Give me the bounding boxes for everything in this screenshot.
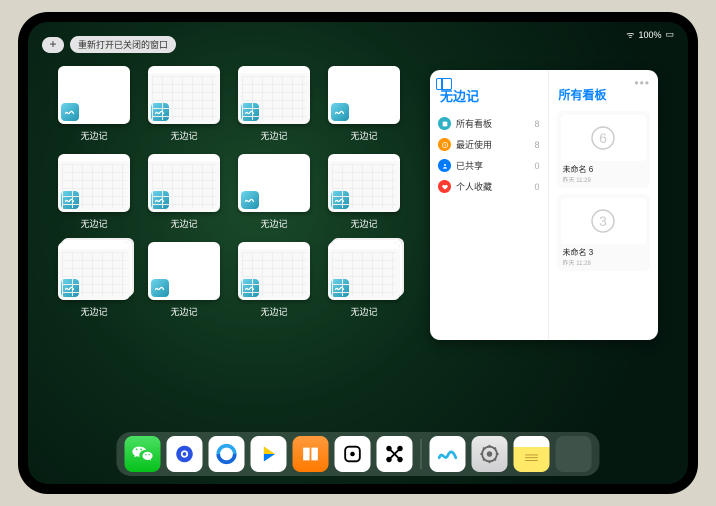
board-preview: 6 [561,115,646,161]
thumbnail-label: 无边记 [80,217,107,230]
battery-label: 100% [638,30,661,40]
board-date: 昨天 11:29 [561,175,646,184]
category-icon [438,159,451,172]
status-bar: ᯤ 100% ▭ [626,28,674,41]
category-icon [438,138,451,151]
stage-manager-canvas: 无边记无边记无边记无边记无边记无边记无边记无边记无边记无边记无边记无边记 •••… [58,66,658,430]
window-thumbnail[interactable]: 无边记 [328,242,400,328]
thumbnail-label: 无边记 [80,129,107,142]
thumbnail-label: 无边记 [350,217,377,230]
thumbnail-label: 无边记 [350,129,377,142]
dock-separator [421,439,422,469]
thumbnail-label: 无边记 [80,305,107,318]
freeform-app-icon [61,103,79,121]
board-title: 未命名 6 [561,164,646,175]
popup-sidebar: 无边记 所有看板 8 最近使用 8 已共享 0 个人收藏 0 [430,70,549,340]
dock-app-video[interactable] [251,436,287,472]
freeform-app-icon [331,191,349,209]
dock-app-mindmap[interactable] [377,436,413,472]
window-thumbnail[interactable]: 无边记 [58,154,130,240]
category-label: 最近使用 [456,138,492,151]
category-label: 所有看板 [456,117,492,130]
category-row[interactable]: 已共享 0 [438,155,540,176]
popup-left-title: 无边记 [440,86,540,105]
window-thumbnail[interactable]: 无边记 [148,242,220,328]
freeform-app-icon [151,191,169,209]
thumbnail-label: 无边记 [260,305,287,318]
thumbnail-label: 无边记 [170,129,197,142]
thumbnail-label: 无边记 [170,217,197,230]
category-count: 8 [535,119,540,129]
board-preview: 3 [561,198,646,244]
board-item[interactable]: 3 未命名 3昨天 11:28 [557,194,650,271]
sidebar-toggle-icon[interactable] [436,78,452,90]
dock-app-folder[interactable] [556,436,592,472]
screen: ᯤ 100% ▭ + 重新打开已关闭的窗口 无边记无边记无边记无边记无边记无边记… [28,22,688,484]
window-thumbnail[interactable]: 无边记 [328,66,400,152]
reopen-closed-window-button[interactable]: 重新打开已关闭的窗口 [70,36,176,53]
board-title: 未命名 3 [561,247,646,258]
window-thumbnail[interactable]: 无边记 [148,154,220,240]
battery-icon: ▭ [665,29,674,40]
dock-app-settings[interactable] [472,436,508,472]
dock-app-game[interactable] [335,436,371,472]
svg-text:6: 6 [599,130,607,146]
category-count: 0 [535,182,540,192]
category-count: 8 [535,140,540,150]
thumbnail-label: 无边记 [260,129,287,142]
dock-app-quark[interactable] [167,436,203,472]
category-row[interactable]: 个人收藏 0 [438,176,540,197]
new-window-button[interactable]: + [42,37,64,53]
window-thumbnails-grid: 无边记无边记无边记无边记无边记无边记无边记无边记无边记无边记无边记无边记 [58,66,400,430]
freeform-app-icon [241,103,259,121]
window-thumbnail[interactable]: 无边记 [238,66,310,152]
freeform-app-icon [151,103,169,121]
dock-app-qqbrowser[interactable] [209,436,245,472]
window-thumbnail[interactable]: 无边记 [58,66,130,152]
freeform-popup-window[interactable]: ••• 无边记 所有看板8最近使用8已共享0个人收藏0 所有看板 6未命名 6昨… [430,70,658,340]
freeform-app-icon [151,279,169,297]
wifi-icon: ᯤ [626,28,634,41]
freeform-app-icon [61,191,79,209]
freeform-app-icon [331,279,349,297]
category-icon [438,117,451,130]
freeform-app-icon [331,103,349,121]
category-label: 已共享 [456,159,483,172]
dock-app-notes[interactable] [514,436,550,472]
board-item[interactable]: 6 未命名 6昨天 11:29 [557,111,650,188]
dock-app-freeform[interactable] [430,436,466,472]
dock [117,432,600,476]
freeform-app-icon [61,279,79,297]
window-thumbnail[interactable]: 无边记 [238,242,310,328]
window-thumbnail[interactable]: 无边记 [148,66,220,152]
window-thumbnail[interactable]: 无边记 [328,154,400,240]
freeform-app-icon [241,191,259,209]
top-bar: + 重新打开已关闭的窗口 [42,36,176,53]
thumbnail-label: 无边记 [260,217,287,230]
thumbnail-label: 无边记 [350,305,377,318]
board-date: 昨天 11:28 [561,258,646,267]
svg-text:3: 3 [599,213,607,229]
category-row[interactable]: 最近使用 8 [438,134,540,155]
freeform-app-icon [241,279,259,297]
ipad-frame: ᯤ 100% ▭ + 重新打开已关闭的窗口 无边记无边记无边记无边记无边记无边记… [18,12,698,494]
dock-app-books[interactable] [293,436,329,472]
window-thumbnail[interactable]: 无边记 [58,242,130,328]
window-thumbnail[interactable]: 无边记 [238,154,310,240]
category-label: 个人收藏 [456,180,492,193]
category-row[interactable]: 所有看板 8 [438,113,540,134]
category-icon [438,180,451,193]
thumbnail-label: 无边记 [170,305,197,318]
popup-boards-pane: 所有看板 6未命名 6昨天 11:293未命名 3昨天 11:28 [549,70,658,340]
more-icon[interactable]: ••• [634,76,650,90]
category-count: 0 [535,161,540,171]
dock-app-wechat[interactable] [125,436,161,472]
